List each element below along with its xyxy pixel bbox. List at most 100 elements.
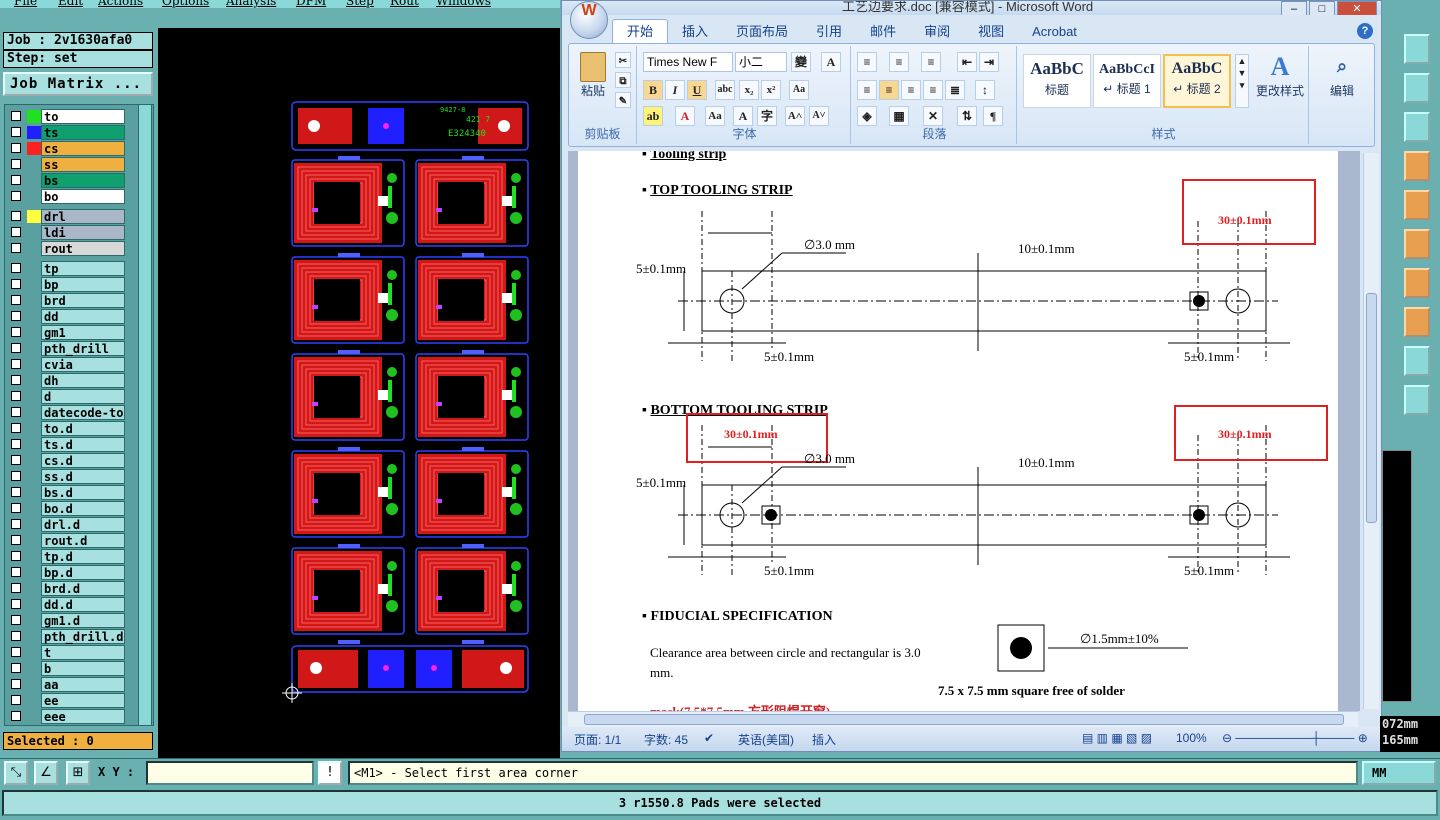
align-right-icon[interactable]: ≡ (901, 80, 921, 100)
layer-checkbox[interactable] (11, 455, 21, 465)
status-page[interactable]: 页面: 1/1 (574, 731, 621, 748)
menu-edit[interactable]: Edit (58, 0, 83, 8)
layer-name[interactable]: ss (41, 157, 125, 172)
multilevel-list-icon[interactable]: ≡ (921, 52, 941, 72)
maximize-button[interactable]: □ (1309, 1, 1335, 15)
grid-icon[interactable] (1404, 34, 1430, 64)
layer-name[interactable]: brd.d (41, 581, 125, 596)
layer-name[interactable]: cs.d (41, 453, 125, 468)
office-button[interactable]: W (570, 1, 608, 39)
layers-icon[interactable] (1404, 268, 1430, 298)
layer-row-datecode-to[interactable]: datecode-to (5, 405, 127, 420)
menu-dfm[interactable]: DFM (296, 0, 326, 8)
layer-name[interactable]: gm1 (41, 325, 125, 340)
layer-checkbox[interactable] (11, 471, 21, 481)
layer-checkbox[interactable] (11, 343, 21, 353)
layer-row-cs.d[interactable]: cs.d (5, 453, 127, 468)
menu-step[interactable]: Step (346, 0, 374, 8)
menu-file[interactable]: File (14, 0, 37, 8)
status-insert-mode[interactable]: 插入 (812, 731, 836, 748)
layer-checkbox[interactable] (11, 111, 21, 121)
zoom-slider[interactable]: ⊖ ─────────┼──── ⊕ (1222, 731, 1368, 745)
align-center-icon[interactable]: ≡ (879, 80, 899, 100)
layer-name[interactable]: ts.d (41, 437, 125, 452)
line-spacing-icon[interactable]: ↕ (975, 80, 995, 100)
layer-name[interactable]: dd (41, 309, 125, 324)
layer-row-pth_drill[interactable]: pth_drill (5, 341, 127, 356)
wen-icon[interactable]: 變 (791, 52, 811, 72)
increase-indent-icon[interactable]: ⇥ (979, 52, 999, 72)
layer-color-swatch[interactable] (27, 126, 41, 139)
layer-checkbox[interactable] (11, 263, 21, 273)
layer-row-bo.d[interactable]: bo.d (5, 501, 127, 516)
layer-color-swatch[interactable] (27, 142, 41, 155)
styles-gallery-scroll[interactable]: ▲ ▼ ▾ (1235, 54, 1249, 108)
layer-row-bp[interactable]: bp (5, 277, 127, 292)
layer-name[interactable]: to.d (41, 421, 125, 436)
strikethrough-icon[interactable]: abc (715, 80, 735, 100)
hscroll-thumb[interactable] (584, 714, 1344, 725)
highlight-icon[interactable]: ab (643, 106, 663, 126)
layer-name[interactable]: bp (41, 277, 125, 292)
layer-checkbox[interactable] (11, 503, 21, 513)
layer-name[interactable]: tp.d (41, 549, 125, 564)
layer-name[interactable]: bo.d (41, 501, 125, 516)
help-icon[interactable] (1404, 112, 1430, 142)
status-zoom[interactable]: 100% (1176, 731, 1207, 745)
layer-name[interactable]: tp (41, 261, 125, 276)
font-size-select[interactable]: 小二 (735, 52, 787, 72)
menu-options[interactable]: Options (162, 0, 209, 8)
document-vertical-scrollbar[interactable] (1363, 153, 1379, 709)
zoom-area-icon[interactable]: ⤡ (4, 761, 28, 785)
layer-name[interactable]: dd.d (41, 597, 125, 612)
layer-name[interactable]: cvia (41, 357, 125, 372)
layer-row-brd[interactable]: brd (5, 293, 127, 308)
alert-icon[interactable]: ! (318, 761, 342, 785)
layer-name[interactable]: rout.d (41, 533, 125, 548)
char-border-icon[interactable]: A (821, 52, 841, 72)
edit-button[interactable]: ⌕ 编辑 (1317, 52, 1367, 99)
pad-icon[interactable] (1404, 190, 1430, 220)
tab-5[interactable]: 审阅 (910, 20, 964, 44)
layer-name[interactable]: eee (41, 709, 125, 724)
layer-name[interactable]: datecode-to (41, 405, 125, 420)
underline-icon[interactable]: U (687, 80, 707, 100)
snap-grid-icon[interactable]: ⊞ (66, 761, 90, 785)
layer-name[interactable]: rout (41, 241, 125, 256)
layer-row-tp[interactable]: tp (5, 261, 127, 276)
layer-name[interactable]: drl (41, 209, 125, 224)
layer-name[interactable]: d (41, 389, 125, 404)
layer-row-dd.d[interactable]: dd.d (5, 597, 127, 612)
layer-name[interactable]: cs (41, 141, 125, 156)
shrink-font-icon[interactable]: A˅ (809, 106, 829, 126)
layer-checkbox[interactable] (11, 191, 21, 201)
layer-name[interactable]: ss.d (41, 469, 125, 484)
route-icon[interactable] (1404, 73, 1430, 103)
layer-row-ts.d[interactable]: ts.d (5, 437, 127, 452)
layer-color-swatch[interactable] (27, 110, 41, 123)
layer-name[interactable]: drl.d (41, 517, 125, 532)
shading-icon[interactable]: ◈ (857, 106, 877, 126)
style-heading1[interactable]: AaBbCcI ↵ 标题 1 (1093, 54, 1161, 108)
layer-row-cs[interactable]: cs (5, 141, 127, 156)
layer-row-rout[interactable]: rout (5, 241, 127, 256)
layer-name[interactable]: gm1.d (41, 613, 125, 628)
layer-row-ee[interactable]: ee (5, 693, 127, 708)
layer-name[interactable]: ts (41, 125, 125, 140)
layer-name[interactable]: pth_drill (41, 341, 125, 356)
enclose-char-icon[interactable]: 字 (757, 106, 777, 126)
layer-checkbox[interactable] (11, 599, 21, 609)
italic-icon[interactable]: I (665, 80, 685, 100)
layer-name[interactable]: pth_drill.d (41, 629, 125, 644)
blocks-icon[interactable] (1404, 307, 1430, 337)
layer-row-ts[interactable]: ts (5, 125, 127, 140)
change-styles-button[interactable]: A 更改样式 (1253, 52, 1307, 99)
style-title[interactable]: AaBbC 标题 (1023, 54, 1091, 108)
help-icon[interactable]: ? (1357, 23, 1373, 39)
bullets-icon[interactable]: ≡ (857, 52, 877, 72)
layer-checkbox[interactable] (11, 535, 21, 545)
menu-analysis[interactable]: Analysis (226, 0, 276, 8)
numbering-icon[interactable]: ≡ (889, 52, 909, 72)
layer-name[interactable]: ee (41, 693, 125, 708)
layer-checkbox[interactable] (11, 359, 21, 369)
